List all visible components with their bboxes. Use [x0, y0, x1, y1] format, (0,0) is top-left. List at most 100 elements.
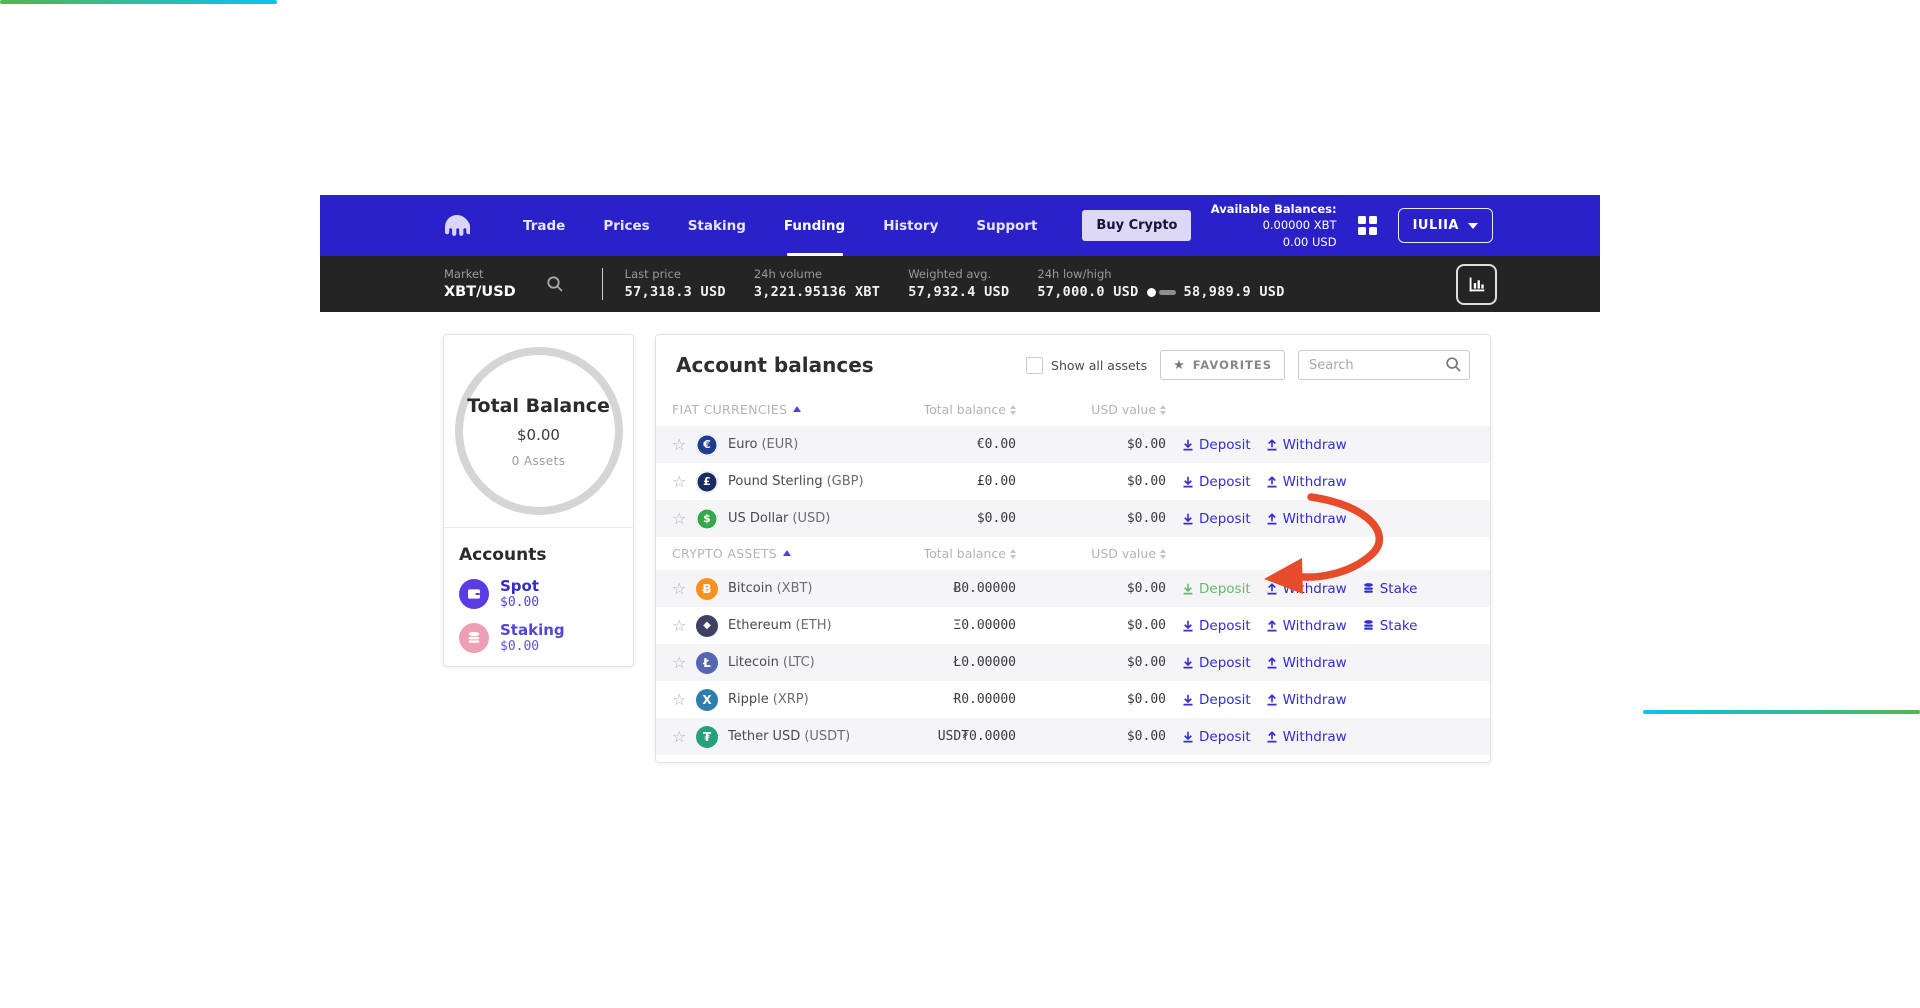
nav-item-history[interactable]: History: [864, 195, 957, 256]
deposit-label: Deposit: [1199, 437, 1251, 453]
user-menu-button[interactable]: IULIIA: [1398, 208, 1493, 243]
nav-item-prices[interactable]: Prices: [584, 195, 668, 256]
chevron-down-icon: [1468, 223, 1478, 229]
pound-sterling-deposit-link[interactable]: Deposit: [1182, 474, 1251, 490]
favorites-filter-button[interactable]: ★ FAVORITES: [1160, 350, 1285, 380]
account-value: $0.00: [500, 639, 565, 655]
apps-grid-icon[interactable]: [1358, 216, 1377, 235]
euro-withdraw-link[interactable]: Withdraw: [1266, 437, 1347, 453]
ethereum-deposit-link[interactable]: Deposit: [1182, 618, 1251, 634]
search-icon[interactable]: [1445, 356, 1462, 377]
nav-item-support[interactable]: Support: [957, 195, 1056, 256]
low-high-label: 24h low/high: [1037, 269, 1284, 281]
chart-view-button[interactable]: [1456, 264, 1497, 305]
low-value: 57,000.0 USD: [1037, 286, 1138, 300]
high-value: 58,989.9 USD: [1184, 286, 1285, 300]
favorite-star-icon[interactable]: ☆: [672, 692, 696, 708]
ethereum-icon: ◆: [696, 615, 718, 637]
nav-item-trade[interactable]: Trade: [504, 195, 584, 256]
account-balances-card: Account balances Show all assets ★ FAVOR…: [655, 334, 1491, 763]
asset-name: Tether USD(USDT): [728, 729, 866, 744]
withdraw-label: Withdraw: [1283, 655, 1347, 671]
stake-icon: [1362, 619, 1375, 632]
user-name: IULIIA: [1413, 218, 1459, 233]
deposit-label: Deposit: [1199, 655, 1251, 671]
market-pair: XBT/USD: [444, 285, 516, 300]
favorite-star-icon[interactable]: ☆: [672, 511, 696, 527]
market-search-icon[interactable]: [546, 275, 564, 293]
accounts-title: Accounts: [459, 545, 618, 565]
litecoin-deposit-link[interactable]: Deposit: [1182, 655, 1251, 671]
total-balance-section: Total Balance $0.00 0 Assets: [444, 335, 633, 528]
stake-label: Stake: [1380, 618, 1418, 634]
bitcoin-stake-link[interactable]: Stake: [1362, 581, 1418, 597]
ethereum-stake-link[interactable]: Stake: [1362, 618, 1418, 634]
favorite-star-icon[interactable]: ☆: [672, 581, 696, 597]
withdraw-label: Withdraw: [1283, 581, 1347, 597]
account-item-staking[interactable]: Staking$0.00: [459, 622, 618, 655]
table-row: ☆XRipple(XRP)Ɍ0.00000$0.00DepositWithdra…: [656, 681, 1490, 718]
withdraw-label: Withdraw: [1283, 729, 1347, 745]
show-all-assets-toggle[interactable]: Show all assets: [1026, 357, 1147, 374]
total-balance-value: $0.00: [517, 426, 560, 444]
sort-icon: [1160, 549, 1166, 559]
favorite-star-icon[interactable]: ☆: [672, 655, 696, 671]
row-actions: Deposit Withdraw: [1166, 474, 1474, 490]
withdraw-icon: [1266, 694, 1278, 706]
section-header: FIAT CURRENCIESTotal balanceUSD value: [656, 393, 1490, 426]
asset-code: (EUR): [761, 437, 798, 452]
section-sort-header[interactable]: FIAT CURRENCIES: [672, 402, 866, 417]
favorite-star-icon[interactable]: ☆: [672, 437, 696, 453]
bitcoin-icon: Ƀ: [696, 578, 718, 600]
withdraw-label: Withdraw: [1283, 474, 1347, 490]
pound-sterling-withdraw-link[interactable]: Withdraw: [1266, 474, 1347, 490]
pound-icon: £: [696, 471, 718, 493]
deposit-icon: [1182, 620, 1194, 632]
ethereum-withdraw-link[interactable]: Withdraw: [1266, 618, 1347, 634]
favorite-star-icon[interactable]: ☆: [672, 618, 696, 634]
gradient-line-left: [0, 0, 277, 4]
euro-icon: €: [696, 434, 718, 456]
favorites-label: FAVORITES: [1193, 358, 1272, 372]
kraken-logo[interactable]: [444, 214, 470, 238]
column-header-balance[interactable]: Total balance: [866, 546, 1016, 561]
bitcoin-deposit-link[interactable]: Deposit: [1182, 581, 1251, 597]
column-header-usd[interactable]: USD value: [1016, 546, 1166, 561]
ripple-withdraw-link[interactable]: Withdraw: [1266, 692, 1347, 708]
asset-balance: Ƀ0.00000: [866, 581, 1016, 596]
ripple-deposit-link[interactable]: Deposit: [1182, 692, 1251, 708]
row-actions: Deposit Withdraw: [1166, 729, 1474, 745]
section-sort-header[interactable]: CRYPTO ASSETS: [672, 546, 866, 561]
table-row: ☆ɃBitcoin(XBT)Ƀ0.00000$0.00DepositWithdr…: [656, 570, 1490, 607]
us-dollar-withdraw-link[interactable]: Withdraw: [1266, 511, 1347, 527]
favorite-star-icon[interactable]: ☆: [672, 474, 696, 490]
column-header-usd[interactable]: USD value: [1016, 402, 1166, 417]
market-stats: Last price57,318.3 USD24h volume3,221.95…: [625, 269, 1010, 299]
euro-deposit-link[interactable]: Deposit: [1182, 437, 1251, 453]
bitcoin-withdraw-link[interactable]: Withdraw: [1266, 581, 1347, 597]
litecoin-withdraw-link[interactable]: Withdraw: [1266, 655, 1347, 671]
asset-usd-value: $0.00: [1016, 729, 1166, 744]
show-all-assets-checkbox[interactable]: [1026, 357, 1043, 374]
column-header-balance[interactable]: Total balance: [866, 402, 1016, 417]
favorite-star-icon[interactable]: ☆: [672, 729, 696, 745]
top-navbar: TradePricesStakingFundingHistorySupport …: [320, 195, 1600, 256]
litecoin-icon: Ł: [696, 652, 718, 674]
stat-label: Weighted avg.: [908, 269, 1009, 281]
us-dollar-deposit-link[interactable]: Deposit: [1182, 511, 1251, 527]
asset-balance: €0.00: [866, 437, 1016, 452]
nav-item-staking[interactable]: Staking: [669, 195, 765, 256]
nav-item-funding[interactable]: Funding: [765, 195, 864, 256]
account-item-spot[interactable]: Spot$0.00: [459, 578, 618, 611]
asset-code: (USD): [792, 511, 830, 526]
asset-balance: $0.00: [866, 511, 1016, 526]
tether-usd-deposit-link[interactable]: Deposit: [1182, 729, 1251, 745]
tether-usd-withdraw-link[interactable]: Withdraw: [1266, 729, 1347, 745]
page: { "colors": { "nav_bg": "#2a22c8", "mark…: [0, 0, 1920, 1008]
section-header: CRYPTO ASSETSTotal balanceUSD value: [656, 537, 1490, 570]
table-row: ☆₮Tether USD(USDT)USD₮0.0000$0.00Deposit…: [656, 718, 1490, 755]
buy-crypto-button[interactable]: Buy Crypto: [1082, 210, 1191, 241]
asset-balance: Ɍ0.00000: [866, 692, 1016, 707]
market-pair-selector[interactable]: Market XBT/USD: [444, 269, 516, 300]
deposit-label: Deposit: [1199, 474, 1251, 490]
